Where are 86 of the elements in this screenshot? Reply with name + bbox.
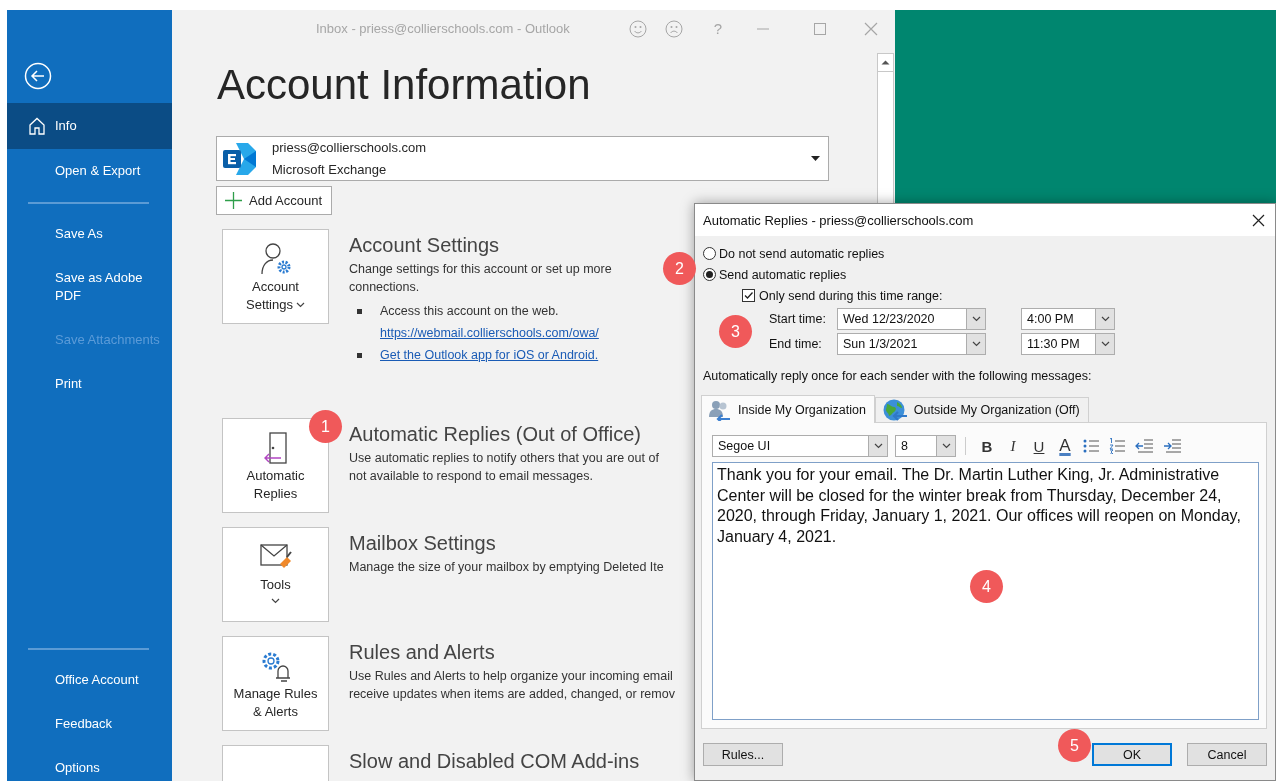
bold-button[interactable]: B [974, 437, 1000, 455]
field-label: End time: [769, 336, 823, 351]
menu-item[interactable]: Office Account [7, 658, 172, 702]
menu-item[interactable]: Save as Adobe PDF [7, 256, 172, 318]
bullet-text: Access this account on the web. [380, 303, 560, 320]
time-field[interactable]: 4:00 PM [1021, 307, 1096, 330]
dropdown-arrow-icon [811, 156, 820, 161]
menu-item[interactable]: Options [7, 746, 172, 781]
font-color-button[interactable]: A [1052, 436, 1078, 456]
section-description: Use Rules and Alerts to help organize your incoming email receive updates when items are added, changed, or remov [349, 668, 675, 703]
cancel-button[interactable]: Cancel [1187, 743, 1267, 766]
checkbox[interactable] [742, 289, 755, 302]
increase-indent-icon[interactable] [1163, 438, 1181, 454]
caret-icon [271, 598, 280, 604]
section-heading: Automatic Replies (Out of Office) [349, 422, 642, 447]
people-arrow-icon [708, 398, 732, 421]
decrease-indent-icon[interactable] [1135, 438, 1153, 454]
italic-button[interactable]: I [1000, 437, 1026, 455]
radio-label: Send automatic replies [719, 267, 847, 282]
back-icon[interactable] [24, 62, 52, 90]
date-field[interactable]: Wed 12/23/2020 [837, 307, 967, 330]
bullet-icon [357, 353, 362, 358]
account-email: priess@collierschools.com [272, 138, 427, 157]
account-logo-icon [222, 140, 258, 177]
menu-item[interactable]: Save As [7, 212, 172, 256]
font-size-field[interactable]: 8 [895, 435, 937, 457]
menu-item[interactable]: Print [7, 362, 172, 406]
dropdown-button[interactable] [937, 435, 956, 457]
page-title: Account Information [217, 60, 592, 110]
chevron-icon [971, 315, 981, 322]
bullet-list-icon[interactable] [1083, 438, 1099, 454]
section-description: Manage the size of your mailbox by emptying Deleted Ite [349, 559, 664, 576]
section-heading: Account Settings [349, 233, 501, 258]
manage-rules-button[interactable]: Manage Rules & Alerts [222, 636, 329, 731]
numbered-list-icon[interactable] [1109, 438, 1125, 454]
section-description: Use automatic replies to notify others that you are out of not available to respond to email messages. [349, 450, 659, 485]
chevron-icon [1100, 315, 1110, 322]
chevron-icon [941, 443, 951, 449]
account-type: Microsoft Exchange [272, 160, 388, 179]
menu-item[interactable]: Feedback [7, 702, 172, 746]
field-label: Start time: [769, 311, 827, 326]
message-label: Automatically reply once for each sender with the following messages: [703, 368, 1093, 384]
time-field[interactable]: 11:30 PM [1021, 332, 1096, 355]
radio-button[interactable] [703, 247, 716, 260]
radio-label: Do not send automatic replies [719, 246, 885, 261]
smiley-icon[interactable] [629, 19, 647, 38]
tab[interactable]: Inside My Organization [701, 395, 875, 423]
date-field[interactable]: Sun 1/3/2021 [837, 332, 967, 355]
link[interactable]: Get the Outlook app for iOS or Android. [380, 344, 599, 366]
add-account-button[interactable]: Add Account [216, 186, 332, 215]
menu-item[interactable]: Info [7, 103, 172, 149]
chevron-icon [1100, 340, 1110, 347]
dropdown-button[interactable] [1096, 307, 1115, 330]
section-heading: Mailbox Settings [349, 531, 497, 556]
dropdown-button[interactable] [869, 435, 888, 457]
dropdown-button[interactable] [967, 307, 986, 330]
dropdown-button[interactable] [1096, 332, 1115, 355]
plus-icon [225, 192, 242, 209]
menu-item[interactable]: Open & Export [7, 149, 172, 193]
rules-button[interactable]: Rules... [703, 743, 783, 766]
account-dropdown[interactable]: priess@collierschools.com Microsoft Exchange [216, 136, 829, 181]
underline-button[interactable]: U [1026, 437, 1052, 455]
account-settings-button[interactable]: Account Settings [222, 229, 329, 324]
maximize-icon[interactable] [813, 21, 827, 36]
frown-icon[interactable] [665, 19, 683, 38]
tools-button[interactable]: Tools [222, 527, 329, 622]
section-heading: Slow and Disabled COM Add-ins [349, 749, 640, 774]
dropdown-button[interactable] [967, 332, 986, 355]
chevron-icon [873, 443, 883, 449]
section-heading: Rules and Alerts [349, 640, 496, 665]
font-field[interactable]: Segoe UI [712, 435, 869, 457]
chevron-icon [971, 340, 981, 347]
close-icon[interactable] [1252, 213, 1265, 227]
section-description: Change settings for this account or set up more connections. [349, 261, 612, 296]
checkbox-label: Only send during this time range: [759, 288, 943, 303]
radio-button[interactable] [703, 268, 716, 281]
bullet-icon [357, 309, 362, 314]
window-title: Inbox - priess@collierschools.com - Outlook [316, 21, 570, 36]
person-gear-icon [258, 242, 293, 276]
tab[interactable]: Outside My Organization (Off) [874, 397, 1089, 422]
home-icon [27, 116, 47, 136]
check-icon [743, 290, 754, 301]
dialog-title: Automatic Replies - priess@collierschools.com [703, 212, 974, 228]
ok-button[interactable]: OK [1092, 743, 1172, 766]
link[interactable]: https://webmail.collierschools.com/owa/ [380, 322, 599, 344]
caret-icon [296, 301, 305, 308]
